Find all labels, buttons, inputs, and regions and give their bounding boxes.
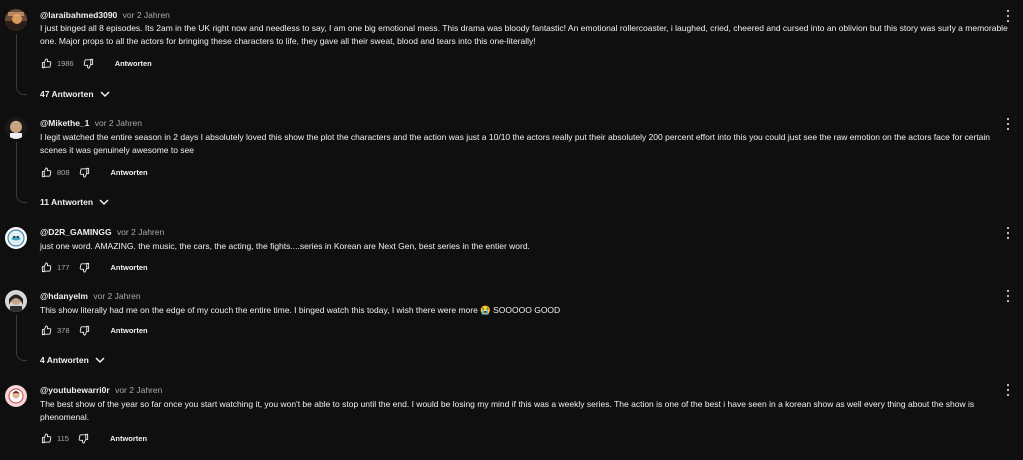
like-count: 1986 xyxy=(57,58,74,68)
reply-button[interactable]: Antworten xyxy=(111,326,148,335)
like-icon[interactable] xyxy=(40,261,52,273)
dislike-icon[interactable] xyxy=(79,166,91,178)
like-icon[interactable] xyxy=(40,166,52,178)
comment-author[interactable]: @Mikethe_1 xyxy=(40,118,89,128)
view-replies-button[interactable]: 4 Antworten xyxy=(40,353,105,367)
like-count: 115 xyxy=(57,433,69,443)
dislike-icon[interactable] xyxy=(79,324,91,336)
reply-button[interactable]: Antworten xyxy=(115,59,152,68)
more-actions-icon[interactable] xyxy=(1003,383,1013,397)
avatar[interactable] xyxy=(5,117,27,139)
replies-label: 11 Antworten xyxy=(40,197,94,207)
view-replies-button[interactable]: 11 Antworten xyxy=(40,195,109,209)
chevron-down-icon xyxy=(95,356,105,364)
chevron-down-icon xyxy=(100,90,110,98)
like-icon[interactable] xyxy=(40,57,52,69)
dislike-icon[interactable] xyxy=(78,432,90,444)
comment-text: This show literally had me on the edge o… xyxy=(40,305,561,315)
chevron-down-icon xyxy=(99,198,109,206)
comment-author[interactable]: @laraibahmed3090 xyxy=(40,10,117,20)
reply-button[interactable]: Antworten xyxy=(111,168,148,177)
view-replies-button[interactable]: 47 Antworten xyxy=(40,87,110,101)
comment-time[interactable]: vor 2 Jahren xyxy=(123,10,170,20)
comment-text: The best show of the year so far once yo… xyxy=(40,399,975,422)
comment-text: I just binged all 8 episodes. Its 2am in… xyxy=(40,23,1008,46)
avatar[interactable] xyxy=(5,385,27,407)
like-count: 177 xyxy=(57,262,70,272)
more-actions-icon[interactable] xyxy=(1003,9,1013,23)
more-actions-icon[interactable] xyxy=(1003,289,1013,303)
reply-button[interactable]: Antworten xyxy=(110,434,147,443)
dislike-icon[interactable] xyxy=(83,57,95,69)
replies-label: 4 Antworten xyxy=(40,355,89,365)
avatar[interactable] xyxy=(5,9,27,31)
avatar[interactable] xyxy=(5,227,27,249)
comment-author[interactable]: @youtubewarri0r xyxy=(40,385,110,395)
like-icon[interactable] xyxy=(40,432,52,444)
comment-time[interactable]: vor 2 Jahren xyxy=(115,385,162,395)
reply-button[interactable]: Antworten xyxy=(111,263,148,272)
avatar[interactable] xyxy=(5,290,27,312)
comment-time[interactable]: vor 2 Jahren xyxy=(93,291,140,301)
like-count: 378 xyxy=(57,325,70,335)
comment-text: I legit watched the entire season in 2 d… xyxy=(40,132,991,155)
comment-author[interactable]: @D2R_GAMINGG xyxy=(40,227,112,237)
replies-label: 47 Antworten xyxy=(40,89,94,99)
more-actions-icon[interactable] xyxy=(1003,226,1013,240)
comment-time[interactable]: vor 2 Jahren xyxy=(117,227,164,237)
comment-time[interactable]: vor 2 Jahren xyxy=(95,118,142,128)
comment-text: just one word. AMAZING. the music, the c… xyxy=(40,241,530,251)
like-icon[interactable] xyxy=(40,324,52,336)
dislike-icon[interactable] xyxy=(79,261,91,273)
like-count: 808 xyxy=(57,167,70,177)
more-actions-icon[interactable] xyxy=(1003,117,1013,131)
comment-author[interactable]: @hdanyelm xyxy=(40,291,88,301)
